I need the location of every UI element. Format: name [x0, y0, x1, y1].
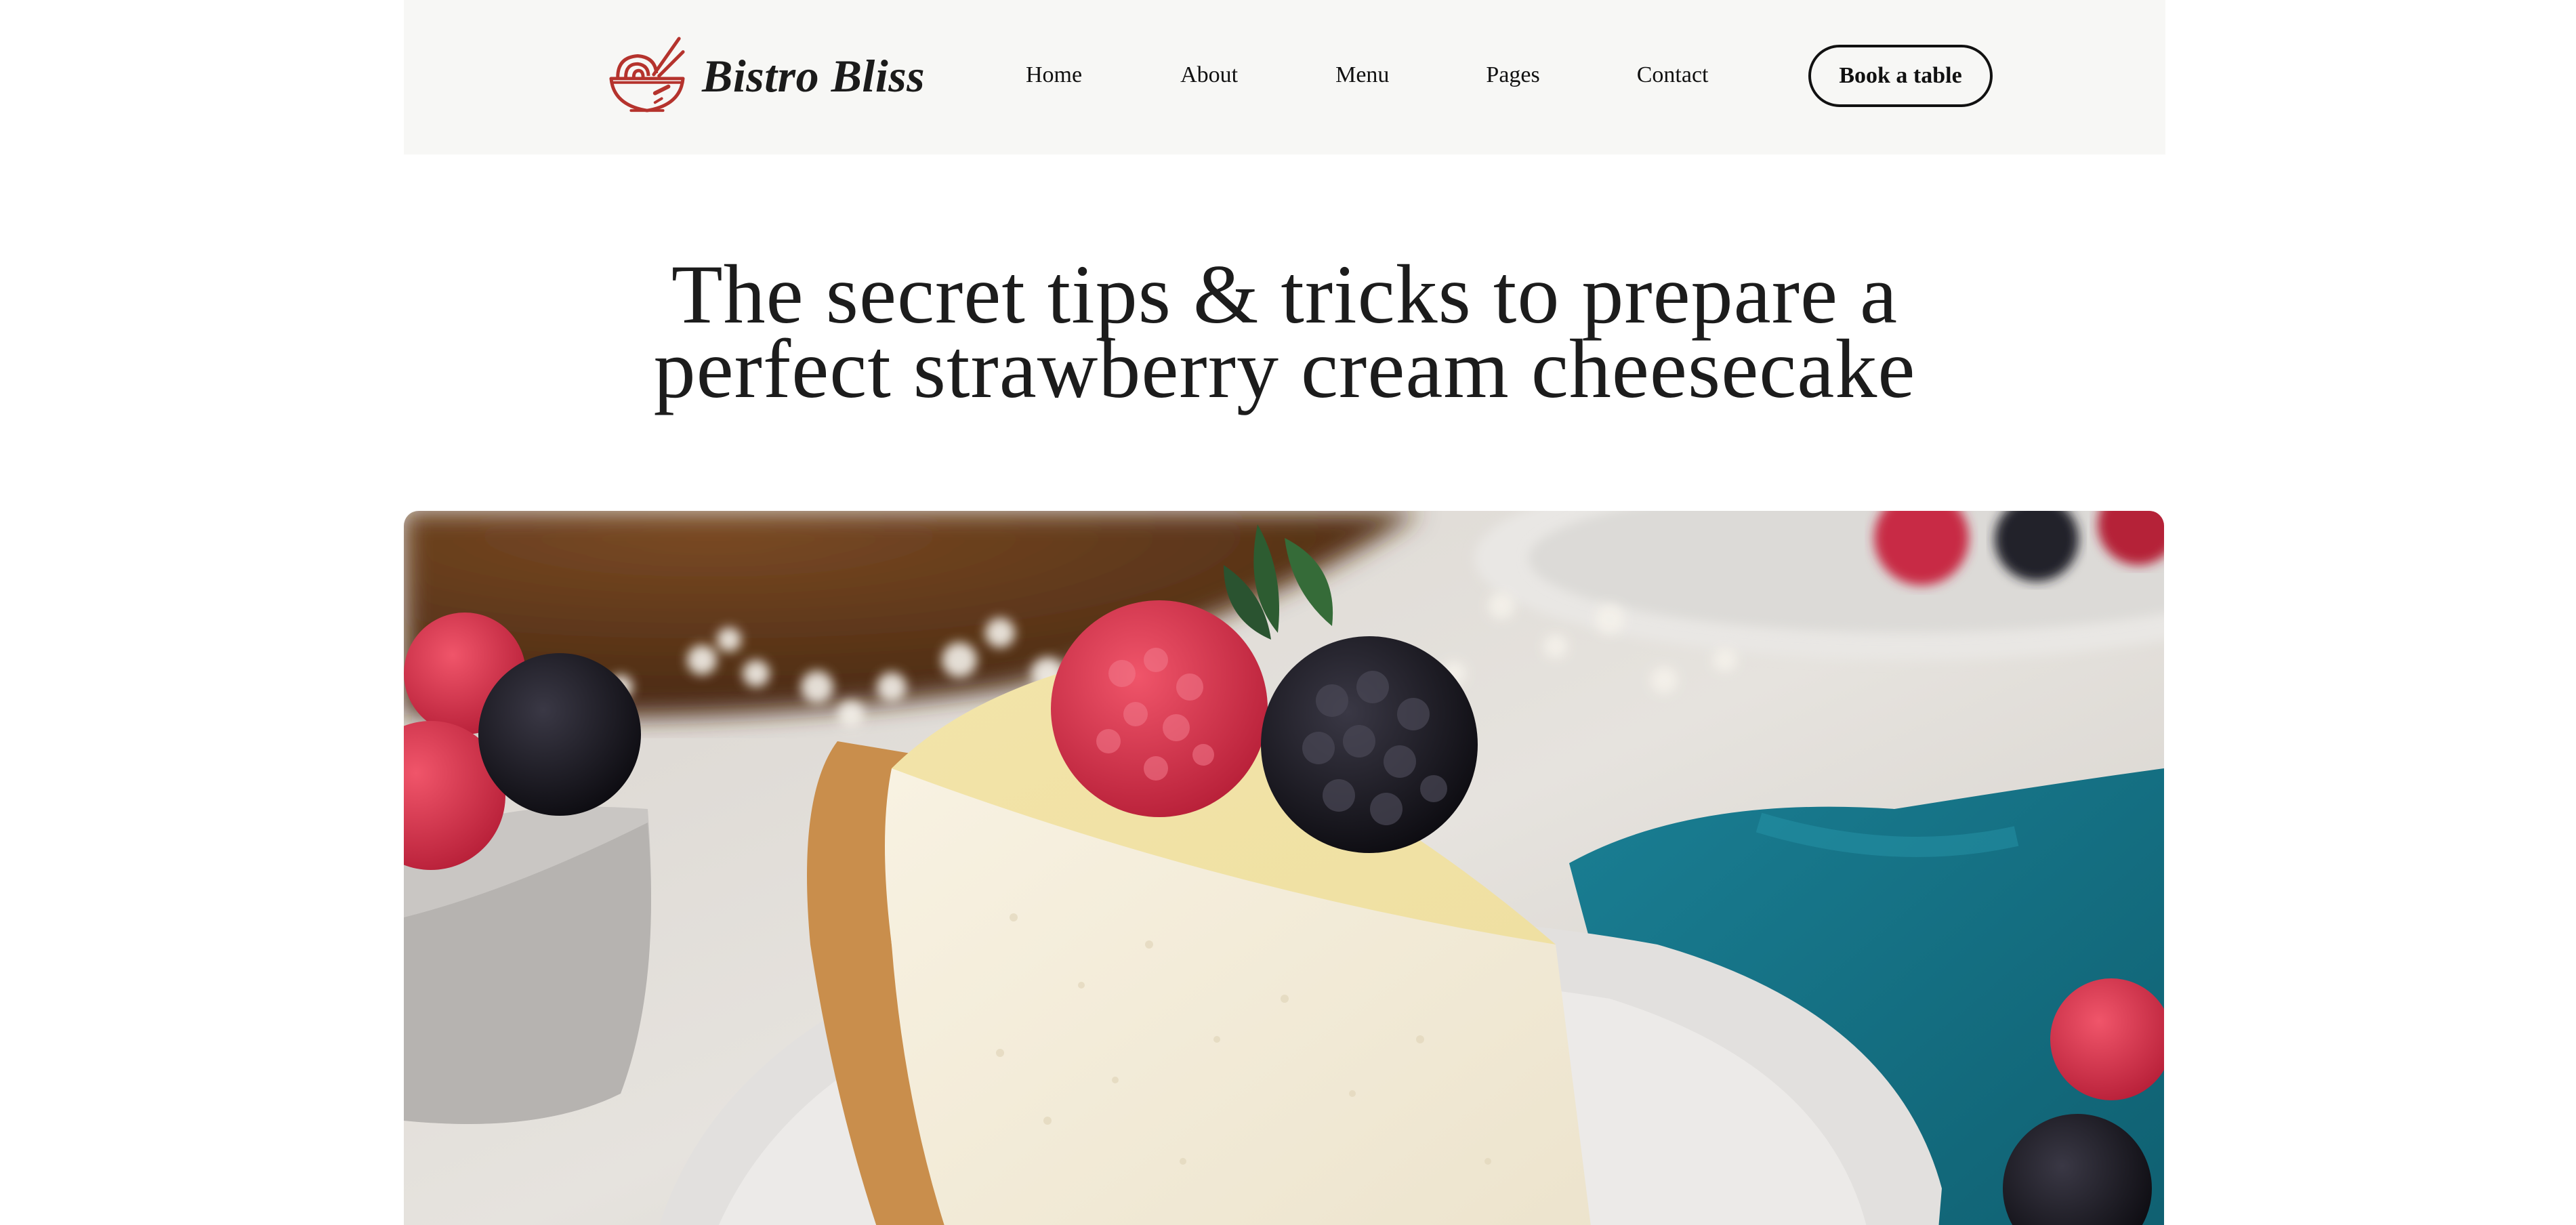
article-title-line-2: perfect strawberry cream cheesecake: [653, 323, 1916, 415]
brand-name: Bistro Bliss: [702, 50, 926, 102]
brand-logo-link[interactable]: Bistro Bliss: [607, 35, 925, 117]
main-nav: Home About Menu Pages Contact: [1026, 54, 1709, 96]
site-header: Bistro Bliss Home About Menu Pages Conta…: [404, 0, 2165, 154]
hero-image: [404, 511, 2164, 1225]
nav-item-pages[interactable]: Pages: [1486, 62, 1539, 88]
article-title: The secret tips & tricks to prepare a pe…: [607, 253, 1962, 411]
noodle-bowl-icon: [609, 37, 685, 112]
page: Bistro Bliss Home About Menu Pages Conta…: [0, 0, 2576, 1225]
book-a-table-button[interactable]: Book a table: [1808, 45, 1993, 107]
nav-item-home[interactable]: Home: [1026, 62, 1082, 88]
nav-item-contact[interactable]: Contact: [1637, 62, 1709, 88]
nav-item-about[interactable]: About: [1180, 62, 1238, 88]
nav-item-menu[interactable]: Menu: [1335, 62, 1389, 88]
cheesecake-illustration: [404, 511, 2164, 1225]
